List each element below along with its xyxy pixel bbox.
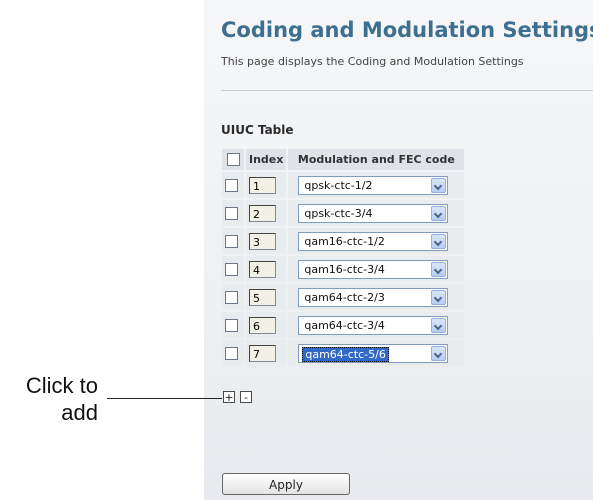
chevron-down-icon[interactable] [431,289,447,305]
row-checkbox[interactable] [225,318,238,332]
table-row: 5 qam64-ctc-2/3 [222,284,465,310]
modulation-select[interactable]: qam16-ctc-3/4 [298,259,449,279]
index-field[interactable]: 5 [249,288,276,306]
row-checkbox[interactable] [225,346,238,360]
callout-line-2: add [61,400,98,425]
index-field[interactable]: 3 [249,232,276,250]
chevron-down-icon[interactable] [431,261,447,277]
index-field[interactable]: 2 [249,204,276,222]
callout-line-1: Click to [25,373,98,398]
modulation-select[interactable]: qam64-ctc-3/4 [298,315,449,335]
chevron-down-icon[interactable] [431,233,447,249]
chevron-down-icon[interactable] [431,345,447,361]
modulation-select[interactable]: qpsk-ctc-1/2 [298,175,449,195]
row-checkbox[interactable] [225,262,238,276]
uiuc-table: Index Modulation and FEC code 1 qpsk-ctc… [220,147,466,368]
modulation-select[interactable]: qam16-ctc-1/2 [298,231,449,251]
divider [221,90,593,91]
table-row: 6 qam64-ctc-3/4 [222,312,465,338]
add-row-button[interactable]: + [223,391,235,403]
table-header-row: Index Modulation and FEC code [222,149,465,170]
modulation-select[interactable]: qam64-ctc-5/6 [298,343,449,363]
remove-row-button[interactable]: - [240,391,252,403]
chevron-down-icon[interactable] [431,317,447,333]
index-field[interactable]: 7 [249,344,276,362]
row-checkbox[interactable] [225,290,238,304]
modulation-value: qam64-ctc-2/3 [304,290,385,304]
index-field[interactable]: 1 [249,176,276,194]
modulation-value: qam64-ctc-3/4 [304,318,385,332]
header-index: Index [246,149,287,170]
table-row: 3 qam16-ctc-1/2 [222,228,465,254]
page-title: Coding and Modulation Settings [221,18,593,42]
modulation-select[interactable]: qam64-ctc-2/3 [298,287,449,307]
table-row: 7 qam64-ctc-5/6 [222,340,465,366]
table-row: 4 qam16-ctc-3/4 [222,256,465,282]
row-checkbox[interactable] [225,178,238,192]
modulation-value: qam16-ctc-3/4 [304,262,385,276]
callout-pointer-line [107,398,222,399]
modulation-value: qpsk-ctc-3/4 [304,206,373,220]
modulation-select[interactable]: qpsk-ctc-3/4 [298,203,449,223]
select-all-checkbox[interactable] [226,153,240,167]
modulation-value: qpsk-ctc-1/2 [304,178,373,192]
index-field[interactable]: 6 [249,316,276,334]
table-title: UIUC Table [221,123,294,137]
row-checkbox[interactable] [225,206,238,220]
header-select-all[interactable] [222,149,244,170]
modulation-value: qam16-ctc-1/2 [304,234,385,248]
chevron-down-icon[interactable] [431,177,447,193]
header-modulation: Modulation and FEC code [288,149,465,170]
modulation-value: qam64-ctc-5/6 [302,346,389,362]
table-row: 2 qpsk-ctc-3/4 [222,200,465,226]
table-row: 1 qpsk-ctc-1/2 [222,172,465,198]
row-checkbox[interactable] [225,234,238,248]
apply-button[interactable]: Apply [222,473,350,495]
chevron-down-icon[interactable] [431,205,447,221]
page-subtitle: This page displays the Coding and Modula… [221,55,524,68]
callout-text: Click to add [20,372,98,426]
index-field[interactable]: 4 [249,260,276,278]
